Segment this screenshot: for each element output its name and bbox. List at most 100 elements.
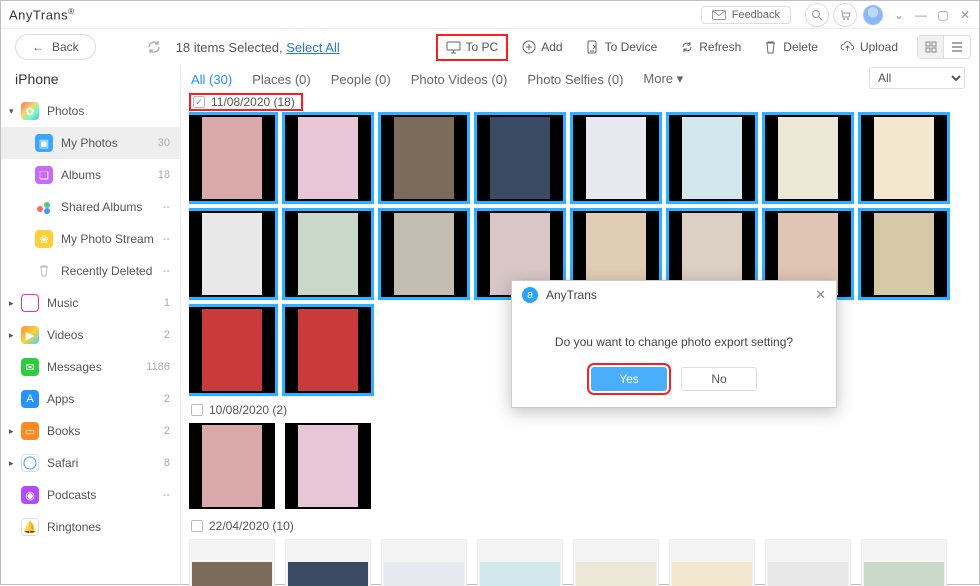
mail-icon bbox=[712, 10, 726, 20]
sidebar-item-music[interactable]: ▸ ♪ Music 1 bbox=[1, 287, 180, 319]
photo-thumbnail[interactable] bbox=[285, 211, 371, 297]
chevron-right-icon: ▸ bbox=[9, 330, 19, 341]
sidebar-item-albums[interactable]: ❏ Albums 18 bbox=[1, 159, 180, 191]
sidebar-item-videos[interactable]: ▸ ▶ Videos 2 bbox=[1, 319, 180, 351]
photo-thumbnail[interactable] bbox=[285, 539, 371, 586]
sidebar-item-messages[interactable]: ✉ Messages 1186 bbox=[1, 351, 180, 383]
photo-thumbnail[interactable] bbox=[381, 115, 467, 201]
add-button[interactable]: Add bbox=[512, 35, 571, 60]
monitor-icon bbox=[446, 40, 461, 55]
photo-thumbnail[interactable] bbox=[669, 539, 755, 586]
tab-all[interactable]: All (30) bbox=[191, 72, 232, 87]
photo-thumbnail[interactable] bbox=[189, 211, 275, 297]
photo-thumbnail[interactable] bbox=[765, 539, 851, 586]
plus-circle-icon bbox=[521, 40, 536, 55]
date-label: 11/08/2020 (18) bbox=[211, 95, 295, 109]
drop-icon[interactable]: ⌄ bbox=[893, 8, 905, 22]
photo-thumbnail[interactable] bbox=[861, 211, 947, 297]
window-controls: ⌄ — ▢ ✕ bbox=[893, 8, 971, 22]
checkbox[interactable]: ✓ bbox=[193, 96, 205, 108]
photo-thumbnail[interactable] bbox=[189, 423, 275, 509]
sidebar-item-podcasts[interactable]: ◉ Podcasts -- bbox=[1, 479, 180, 511]
search-icon[interactable] bbox=[805, 3, 829, 27]
photo-thumbnail[interactable] bbox=[189, 539, 275, 586]
date-label: 10/08/2020 (2) bbox=[209, 403, 287, 417]
grid-view-icon[interactable] bbox=[918, 36, 944, 58]
view-toggle bbox=[917, 35, 971, 59]
sidebar-item-photo-stream[interactable]: ❀ My Photo Stream -- bbox=[1, 223, 180, 255]
list-view-icon[interactable] bbox=[944, 36, 970, 58]
minimize-icon[interactable]: — bbox=[915, 8, 927, 22]
filter-dropdown[interactable]: All bbox=[869, 67, 965, 89]
videos-icon: ▶ bbox=[21, 326, 39, 344]
back-button[interactable]: ← Back bbox=[15, 34, 96, 60]
feedback-button[interactable]: Feedback bbox=[701, 6, 791, 24]
date-group-header[interactable]: ✓ 11/08/2020 (18) bbox=[189, 93, 303, 111]
sidebar-item-books[interactable]: ▸ ▭ Books 2 bbox=[1, 415, 180, 447]
checkbox[interactable] bbox=[191, 520, 203, 532]
to-device-button[interactable]: To Device bbox=[576, 35, 667, 60]
dialog-close-icon[interactable]: ✕ bbox=[815, 287, 826, 303]
tab-more[interactable]: More ▾ bbox=[643, 71, 683, 87]
no-button[interactable]: No bbox=[681, 367, 757, 391]
sidebar: iPhone ▾ ✿ Photos ▣ My Photos 30 ❏ Album… bbox=[1, 65, 181, 586]
dialog-header: a AnyTrans ✕ bbox=[512, 281, 836, 309]
sidebar-item-apps[interactable]: A Apps 2 bbox=[1, 383, 180, 415]
photo-tabs: All (30) Places (0) People (0) Photo Vid… bbox=[181, 65, 979, 93]
photo-thumbnail[interactable] bbox=[285, 115, 371, 201]
photo-thumbnail[interactable] bbox=[765, 115, 851, 201]
dialog-buttons: Yes No bbox=[512, 367, 836, 407]
chevron-right-icon: ▸ bbox=[9, 298, 19, 309]
title-bar: AnyTrans® Feedback ⌄ — ▢ ✕ bbox=[1, 1, 979, 29]
photo-thumbnail[interactable] bbox=[189, 115, 275, 201]
photo-thumbnail[interactable] bbox=[573, 115, 659, 201]
podcasts-icon: ◉ bbox=[21, 486, 39, 504]
upload-button[interactable]: Upload bbox=[831, 35, 907, 60]
safari-icon bbox=[21, 454, 39, 472]
photo-thumbnail[interactable] bbox=[861, 539, 947, 586]
shared-icon bbox=[35, 198, 53, 216]
date-group-header[interactable]: 22/04/2020 (10) bbox=[189, 517, 969, 539]
sidebar-item-shared-albums[interactable]: Shared Albums -- bbox=[1, 191, 180, 223]
dialog-title: AnyTrans bbox=[546, 288, 597, 302]
cart-icon[interactable] bbox=[833, 3, 857, 27]
chevron-down-icon: ▾ bbox=[9, 106, 19, 117]
yes-button[interactable]: Yes bbox=[591, 367, 667, 391]
action-tools: To PC Add To Device Refresh Delete Uploa… bbox=[436, 34, 907, 61]
checkbox[interactable] bbox=[191, 404, 203, 416]
tab-people[interactable]: People (0) bbox=[331, 72, 391, 87]
photo-thumbnail[interactable] bbox=[861, 115, 947, 201]
delete-button[interactable]: Delete bbox=[754, 35, 827, 60]
chevron-right-icon: ▸ bbox=[9, 426, 19, 437]
flower-icon: ❀ bbox=[35, 230, 53, 248]
arrow-left-icon: ← bbox=[32, 40, 44, 54]
photo-thumbnail[interactable] bbox=[381, 211, 467, 297]
avatar[interactable] bbox=[863, 5, 883, 25]
music-icon: ♪ bbox=[21, 294, 39, 312]
thumbnail-grid bbox=[189, 423, 969, 509]
sidebar-item-my-photos[interactable]: ▣ My Photos 30 bbox=[1, 127, 180, 159]
photo-thumbnail[interactable] bbox=[477, 539, 563, 586]
sidebar-item-ringtones[interactable]: 🔔 Ringtones bbox=[1, 511, 180, 543]
refresh-button[interactable]: Refresh bbox=[670, 35, 750, 60]
photo-thumbnail[interactable] bbox=[669, 115, 755, 201]
sidebar-item-photos[interactable]: ▾ ✿ Photos bbox=[1, 95, 180, 127]
close-icon[interactable]: ✕ bbox=[959, 8, 971, 22]
maximize-icon[interactable]: ▢ bbox=[937, 8, 949, 22]
sidebar-item-recently-deleted[interactable]: Recently Deleted -- bbox=[1, 255, 180, 287]
photo-thumbnail[interactable] bbox=[285, 307, 371, 393]
device-name: iPhone bbox=[1, 67, 180, 95]
sidebar-item-safari[interactable]: ▸ Safari 8 bbox=[1, 447, 180, 479]
select-all-link[interactable]: Select All bbox=[286, 40, 339, 55]
photo-thumbnail[interactable] bbox=[189, 307, 275, 393]
tab-photo-videos[interactable]: Photo Videos (0) bbox=[411, 72, 508, 87]
photo-thumbnail[interactable] bbox=[477, 115, 563, 201]
messages-icon: ✉ bbox=[21, 358, 39, 376]
sync-icon[interactable] bbox=[146, 39, 162, 55]
photo-thumbnail[interactable] bbox=[573, 539, 659, 586]
tab-places[interactable]: Places (0) bbox=[252, 72, 311, 87]
photo-thumbnail[interactable] bbox=[381, 539, 467, 586]
to-pc-button[interactable]: To PC bbox=[436, 34, 509, 61]
tab-photo-selfies[interactable]: Photo Selfies (0) bbox=[527, 72, 623, 87]
photo-thumbnail[interactable] bbox=[285, 423, 371, 509]
